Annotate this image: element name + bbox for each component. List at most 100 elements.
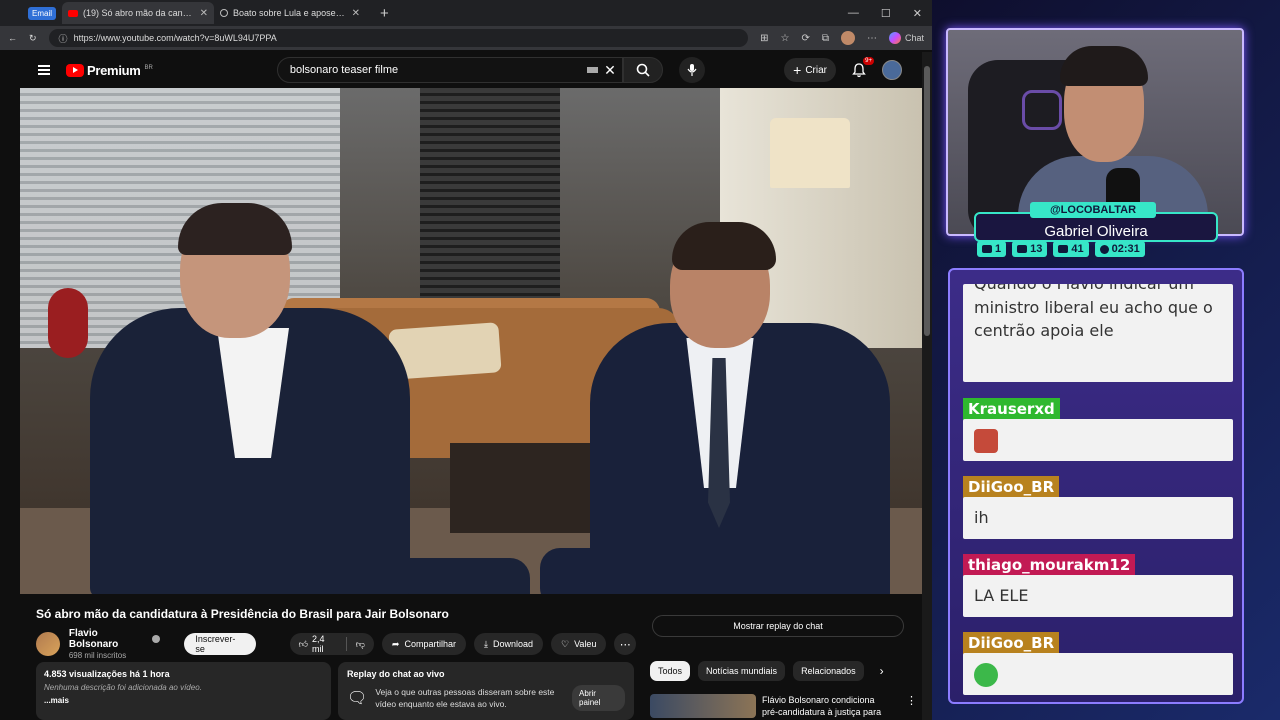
search-input[interactable]: bolsonaro teaser filme ✕: [276, 57, 623, 83]
message-text: Quando o Flavio indicar um ministro libe…: [974, 284, 1213, 340]
right-man-hair: [672, 222, 776, 270]
subscribe-button[interactable]: Inscrever-se: [184, 633, 256, 655]
chevron-right-icon[interactable]: ›: [880, 664, 884, 678]
tab-title: Boato sobre Lula e aposentadoria: [233, 8, 347, 18]
chat-message: [963, 653, 1233, 695]
clock-icon: [1099, 244, 1109, 254]
extensions-icon[interactable]: ⟳: [801, 33, 809, 44]
chat-username: thiago_mourakm12: [963, 554, 1136, 576]
youtube-logo[interactable]: Premium BR: [66, 63, 153, 78]
more-actions-icon[interactable]: ⋯: [614, 633, 636, 655]
keyboard-icon[interactable]: [587, 67, 599, 73]
stat-youtube: 13: [1012, 241, 1048, 257]
emote-icon: [974, 429, 998, 453]
share-button[interactable]: ➦ Compartilhar: [381, 633, 466, 655]
address-bar: ← ↻ ⓘ https://www.youtube.com/watch?v=8u…: [0, 26, 932, 50]
download-button[interactable]: ⤓ Download: [474, 633, 544, 655]
red-object: [48, 288, 88, 358]
thanks-label: Valeu: [574, 639, 597, 649]
back-icon[interactable]: ←: [8, 33, 17, 43]
thumbs-down-icon: 👎︎: [355, 638, 365, 649]
microphone-icon: [687, 64, 697, 76]
thanks-button[interactable]: ♡ Valeu: [551, 633, 607, 655]
chat-bubble-icon: 🗨︎: [347, 690, 368, 707]
filter-chips: Todos Notícias mundiais Relacionados ›: [650, 661, 884, 681]
chat-message-text: Quando o Flavio indicar um ministro libe…: [963, 284, 1233, 382]
minimize-icon[interactable]: —: [848, 7, 859, 20]
stat-time: 02:31: [1094, 241, 1145, 257]
new-tab-button[interactable]: +: [380, 5, 389, 22]
stat-value: 41: [1071, 243, 1084, 255]
views-and-time: 4.853 visualizações há 1 hora: [44, 669, 170, 679]
tab-boato[interactable]: Boato sobre Lula e aposentadoria ✕: [214, 2, 366, 24]
create-button[interactable]: + Criar: [784, 58, 836, 82]
scrollbar-thumb[interactable]: [924, 66, 930, 336]
related-more-icon[interactable]: ⋮: [906, 694, 917, 720]
profile-avatar[interactable]: [840, 31, 855, 45]
related-title[interactable]: Flávio Bolsonaro condiciona pré-candidat…: [762, 694, 890, 720]
url-text: https://www.youtube.com/watch?v=8uWL94U7…: [73, 33, 277, 43]
youtube-play-icon: [66, 63, 84, 77]
clear-search-icon[interactable]: ✕: [604, 62, 616, 79]
close-window-icon[interactable]: ✕: [913, 7, 922, 20]
reload-icon[interactable]: ↻: [29, 33, 37, 44]
apps-icon[interactable]: ⊞: [760, 33, 768, 44]
chat-icon: [982, 245, 992, 253]
more-menu-icon[interactable]: ⋯: [867, 33, 877, 44]
account-avatar[interactable]: [882, 60, 902, 80]
verified-icon: [152, 635, 161, 643]
description-box[interactable]: 4.853 visualizações há 1 hora Nenhuma de…: [36, 662, 331, 720]
chat-replay-text: Veja o que outras pessoas disseram sobre…: [375, 687, 555, 709]
hamburger-menu-icon[interactable]: [38, 65, 50, 75]
voice-search-button[interactable]: [678, 57, 705, 83]
copilot-chat-button[interactable]: Chat: [888, 32, 924, 44]
search-query: bolsonaro teaser filme: [289, 64, 399, 76]
open-panel-button[interactable]: Abrir painel: [572, 685, 625, 711]
show-more-link[interactable]: ...mais: [44, 696, 323, 705]
tab-youtube[interactable]: (19) Só abro mão da candidatura à ✕: [62, 2, 215, 24]
channel-row: Flavio Bolsonaro 698 mil inscritos Inscr…: [36, 628, 636, 660]
chip-world-news[interactable]: Notícias mundiais: [698, 661, 786, 681]
chip-related[interactable]: Relacionados: [793, 661, 864, 681]
like-count: 2,4 mil: [312, 634, 325, 654]
share-label: Compartilhar: [404, 639, 456, 649]
email-badge[interactable]: Email: [28, 6, 57, 20]
youtube-icon: [1017, 245, 1028, 253]
notifications-button[interactable]: 9+: [850, 57, 874, 79]
puzzle-icon[interactable]: ⧉: [822, 33, 829, 44]
dislike-button[interactable]: 👎︎: [347, 633, 374, 655]
thanks-icon: ♡: [561, 638, 570, 649]
url-field[interactable]: ⓘ https://www.youtube.com/watch?v=8uWL94…: [48, 29, 749, 47]
video-info: Só abro mão da candidatura à Presidência…: [20, 594, 922, 720]
scrollbar[interactable]: [922, 52, 932, 720]
like-dislike-group: 👍︎ 2,4 mil 👎︎: [289, 633, 374, 655]
chip-all[interactable]: Todos: [650, 661, 691, 681]
close-tab-icon[interactable]: ✕: [352, 8, 360, 19]
emote-icon: [974, 663, 998, 687]
youtube-header: Premium BR bolsonaro teaser filme ✕ + Cr…: [20, 52, 922, 88]
stat-viewers: 41: [1053, 241, 1089, 257]
show-chat-replay-button[interactable]: Mostrar replay do chat: [652, 615, 904, 637]
stream-stats: 1 13 41 02:31: [977, 241, 1145, 257]
related-thumbnail[interactable]: [650, 694, 756, 718]
region-code: BR: [144, 64, 153, 71]
youtube-favicon-icon: [68, 9, 79, 17]
channel-name-wrap[interactable]: Flavio Bolsonaro: [69, 628, 161, 650]
download-label: Download: [492, 639, 534, 649]
close-tab-icon[interactable]: ✕: [200, 8, 208, 19]
logo-text: Premium: [87, 62, 141, 78]
site-info-icon[interactable]: ⓘ: [59, 32, 68, 45]
lamp: [770, 118, 850, 188]
search-icon: [636, 63, 650, 77]
thumbs-up-icon: 👍︎: [298, 638, 308, 649]
search-button[interactable]: [622, 57, 663, 83]
related-video[interactable]: Flávio Bolsonaro condiciona pré-candidat…: [650, 694, 917, 720]
like-button[interactable]: 👍︎ 2,4 mil: [290, 633, 346, 655]
chair-emblem: [1022, 90, 1062, 130]
favorite-star-icon[interactable]: ☆: [780, 33, 789, 44]
chat-replay-title: Replay do chat ao vivo: [347, 669, 445, 679]
channel-avatar[interactable]: [36, 632, 60, 656]
chat-message: LA ELE: [963, 575, 1233, 617]
maximize-icon[interactable]: ☐: [881, 7, 891, 20]
video-player[interactable]: [20, 88, 922, 594]
